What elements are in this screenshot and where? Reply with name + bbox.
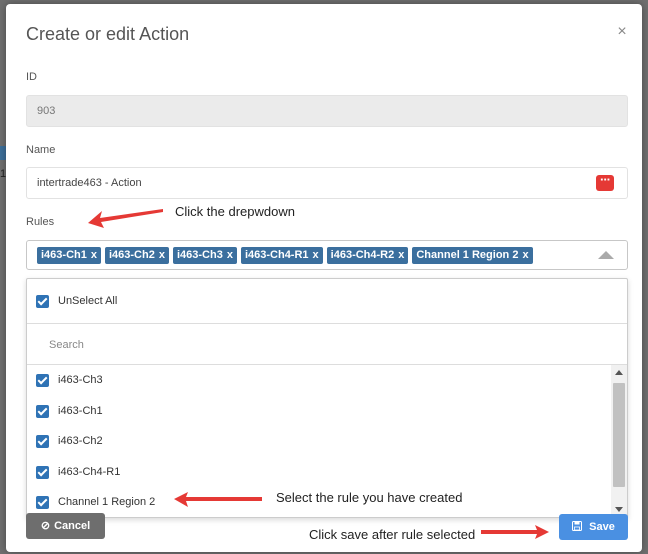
option-label: i463-Ch4-R1 <box>58 466 121 478</box>
unselect-all-option[interactable]: UnSelect All <box>27 287 611 317</box>
rule-tag: i463-Ch4-R2 x <box>326 247 409 264</box>
rules-dropdown-panel: UnSelect All i463-Ch3 i463-Ch1 i463-Ch2 … <box>26 278 628 518</box>
name-label: Name <box>26 144 56 156</box>
rules-label: Rules <box>26 216 55 228</box>
rule-tag: i463-Ch2 x <box>104 247 169 264</box>
remove-tag-button[interactable]: x <box>91 249 97 261</box>
option-label: i463-Ch3 <box>58 374 103 386</box>
list-item[interactable]: i463-Ch4-R1 <box>27 458 611 488</box>
option-label: i463-Ch2 <box>58 435 103 447</box>
save-button[interactable]: Save <box>559 514 628 540</box>
annotation-click-save: Click save after rule selected <box>309 527 476 542</box>
rule-tag: i463-Ch1 x <box>37 247 101 264</box>
scroll-up-icon[interactable] <box>615 370 623 375</box>
unselect-all-label: UnSelect All <box>58 295 118 307</box>
remove-tag-button[interactable]: x <box>398 249 404 261</box>
remove-tag-button[interactable]: x <box>313 249 319 261</box>
checkbox-checked-icon[interactable] <box>36 405 49 418</box>
floppy-disk-icon <box>572 521 585 533</box>
checkbox-checked-icon[interactable] <box>36 295 49 308</box>
checkbox-checked-icon[interactable] <box>36 496 49 509</box>
rule-tag: i463-Ch4-R1 x <box>240 247 323 264</box>
close-icon[interactable]: × <box>614 24 630 40</box>
name-field[interactable] <box>26 167 628 199</box>
annotation-select-rule: Select the rule you have created <box>276 490 463 505</box>
scrollbar-thumb[interactable] <box>613 383 625 487</box>
list-item[interactable]: i463-Ch3 <box>27 366 611 396</box>
caret-up-icon[interactable] <box>598 251 614 259</box>
annotation-click-dropdown: Click the drepwdown <box>175 204 295 219</box>
scroll-down-icon[interactable] <box>615 507 623 512</box>
checkbox-checked-icon[interactable] <box>36 466 49 479</box>
checkbox-checked-icon[interactable] <box>36 374 49 387</box>
create-edit-action-modal: Create or edit Action × ID Name ··· Rule… <box>6 4 642 552</box>
list-item[interactable]: i463-Ch2 <box>27 427 611 457</box>
rule-tag: i463-Ch3 x <box>172 247 237 264</box>
ban-icon: ⊘ <box>40 520 51 532</box>
search-input[interactable] <box>47 333 547 357</box>
id-field[interactable] <box>26 95 628 127</box>
remove-tag-button[interactable]: x <box>227 249 233 261</box>
remove-tag-button[interactable]: x <box>159 249 165 261</box>
dots-menu-icon[interactable]: ··· <box>596 173 614 191</box>
rules-multiselect[interactable]: i463-Ch1 x i463-Ch2 x i463-Ch3 x i463-Ch4-R… <box>26 240 628 270</box>
cancel-button[interactable]: ⊘ Cancel <box>26 513 105 539</box>
scrollbar[interactable] <box>611 365 627 517</box>
option-label: i463-Ch1 <box>58 405 103 417</box>
divider <box>27 364 627 365</box>
list-item[interactable]: i463-Ch1 <box>27 397 611 427</box>
remove-tag-button[interactable]: x <box>522 249 528 261</box>
selected-rules-tags: i463-Ch1 x i463-Ch2 x i463-Ch3 x i463-Ch4-R… <box>37 247 533 264</box>
rule-tag: Channel 1 Region 2x <box>412 247 533 264</box>
checkbox-checked-icon[interactable] <box>36 435 49 448</box>
divider <box>27 323 627 324</box>
option-label: Channel 1 Region 2 <box>58 496 156 508</box>
modal-title: Create or edit Action <box>26 24 190 44</box>
id-label: ID <box>26 71 37 83</box>
